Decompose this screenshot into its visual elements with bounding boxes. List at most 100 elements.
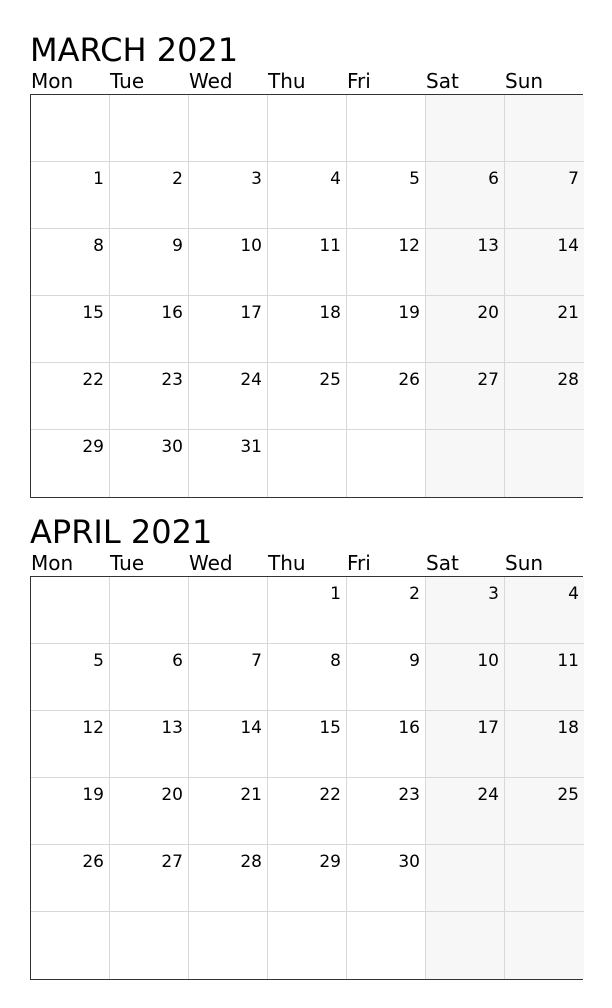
weekday-header-row: Mon Tue Wed Thu Fri Sat Sun	[30, 68, 583, 94]
day-cell: 19	[347, 296, 426, 363]
weekday-label: Thu	[268, 69, 306, 93]
day-cell: 6	[426, 162, 505, 229]
day-cell: 28	[189, 845, 268, 912]
day-cell: 3	[426, 577, 505, 644]
weekday-label: Sun	[505, 551, 544, 575]
day-number: 14	[557, 236, 579, 256]
day-number: 9	[172, 236, 183, 256]
day-number: 20	[161, 785, 183, 805]
day-cell	[426, 912, 505, 979]
day-cell: 1	[31, 162, 110, 229]
day-number: 14	[240, 718, 262, 738]
day-cell: 8	[268, 644, 347, 711]
day-number: 25	[557, 785, 579, 805]
month-title: MARCH 2021	[30, 31, 239, 69]
day-cell: 29	[268, 845, 347, 912]
day-number: 4	[330, 169, 341, 189]
weekday-label: Wed	[189, 551, 233, 575]
day-cell: 1	[268, 577, 347, 644]
day-cell	[505, 430, 584, 497]
day-cell: 2	[110, 162, 189, 229]
day-number: 2	[172, 169, 183, 189]
day-cell: 22	[268, 778, 347, 845]
calendar-month-april: APRIL 2021 Mon Tue Wed Thu Fri Sat Sun 1…	[30, 513, 584, 980]
day-cell	[110, 912, 189, 979]
day-number: 28	[240, 852, 262, 872]
day-number: 6	[488, 169, 499, 189]
day-cell: 13	[426, 229, 505, 296]
day-number: 8	[93, 236, 104, 256]
day-cell: 30	[347, 845, 426, 912]
day-number: 12	[82, 718, 104, 738]
weekday-header-row: Mon Tue Wed Thu Fri Sat Sun	[30, 550, 583, 576]
day-cell: 12	[31, 711, 110, 778]
day-number: 13	[161, 718, 183, 738]
day-cell: 29	[31, 430, 110, 497]
day-number: 2	[409, 584, 420, 604]
day-cell: 8	[31, 229, 110, 296]
day-number: 17	[240, 303, 262, 323]
day-number: 1	[330, 584, 341, 604]
day-cell: 4	[505, 577, 584, 644]
day-number: 3	[251, 169, 262, 189]
day-number: 5	[93, 651, 104, 671]
day-number: 9	[409, 651, 420, 671]
day-number: 10	[240, 236, 262, 256]
day-cell	[268, 430, 347, 497]
day-cell: 26	[31, 845, 110, 912]
day-cell: 15	[31, 296, 110, 363]
day-cell	[31, 577, 110, 644]
day-cell: 17	[426, 711, 505, 778]
day-number: 5	[409, 169, 420, 189]
day-cell: 20	[426, 296, 505, 363]
day-cell: 14	[189, 711, 268, 778]
weekday-label: Sat	[426, 551, 459, 575]
day-grid: 1 2 3 4 5 6 7 8 9 10 11 12 13 14 15 16 17 18 19 20 21 22 23 24 2…	[30, 576, 584, 980]
day-number: 20	[477, 303, 499, 323]
day-cell: 10	[426, 644, 505, 711]
day-grid: 1 2 3 4 5 6 7 8 9 10 11 12 13 14 15 16 17 18 19 20 21 22 23 24 2…	[30, 94, 584, 498]
day-cell: 5	[347, 162, 426, 229]
day-number: 11	[319, 236, 341, 256]
day-cell: 28	[505, 363, 584, 430]
weekday-label: Wed	[189, 69, 233, 93]
day-number: 7	[251, 651, 262, 671]
day-cell	[505, 912, 584, 979]
day-cell: 4	[268, 162, 347, 229]
day-cell: 16	[347, 711, 426, 778]
day-number: 15	[319, 718, 341, 738]
weekday-label: Fri	[347, 551, 371, 575]
day-cell: 2	[347, 577, 426, 644]
month-title: APRIL 2021	[30, 513, 213, 551]
day-cell	[189, 95, 268, 162]
day-number: 24	[240, 370, 262, 390]
day-cell: 19	[31, 778, 110, 845]
weekday-label: Tue	[110, 69, 145, 93]
day-cell: 31	[189, 430, 268, 497]
day-number: 24	[477, 785, 499, 805]
day-cell	[31, 95, 110, 162]
weekday-label: Sat	[426, 69, 459, 93]
day-cell	[189, 577, 268, 644]
day-number: 30	[161, 437, 183, 457]
weekday-label: Mon	[31, 551, 74, 575]
day-cell: 14	[505, 229, 584, 296]
day-cell: 22	[31, 363, 110, 430]
calendar-month-march: MARCH 2021 Mon Tue Wed Thu Fri Sat Sun 1…	[30, 31, 584, 498]
day-number: 29	[82, 437, 104, 457]
day-cell: 15	[268, 711, 347, 778]
day-number: 1	[93, 169, 104, 189]
weekday-label: Fri	[347, 69, 371, 93]
day-cell: 24	[189, 363, 268, 430]
day-number: 17	[477, 718, 499, 738]
weekday-label: Sun	[505, 69, 544, 93]
day-number: 13	[477, 236, 499, 256]
day-number: 7	[568, 169, 579, 189]
day-number: 3	[488, 584, 499, 604]
day-cell: 30	[110, 430, 189, 497]
day-number: 11	[557, 651, 579, 671]
day-cell: 26	[347, 363, 426, 430]
day-number: 23	[161, 370, 183, 390]
day-number: 27	[161, 852, 183, 872]
day-number: 19	[82, 785, 104, 805]
